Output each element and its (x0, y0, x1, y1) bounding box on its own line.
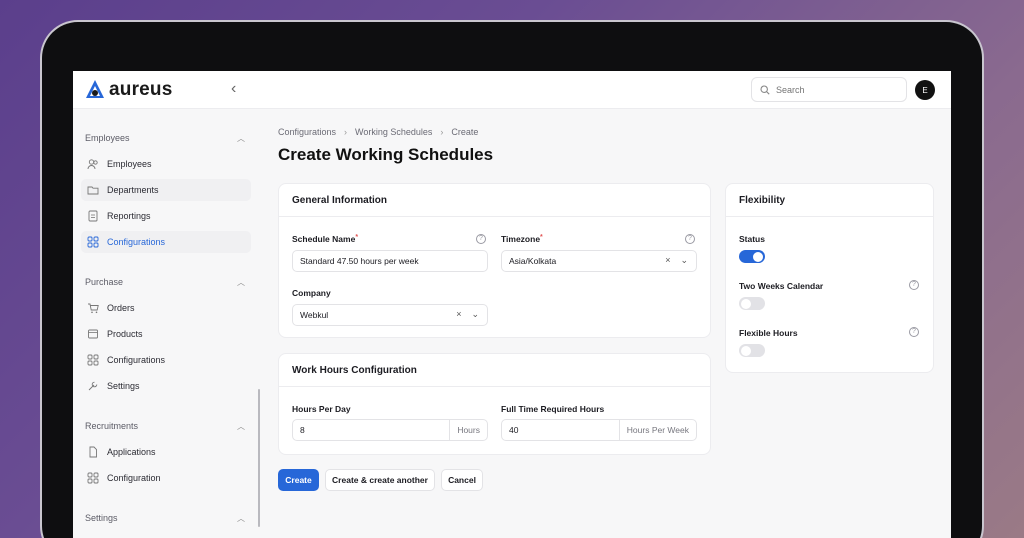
sidebar-section-recruitments[interactable]: Recruitments ︿ (85, 421, 245, 432)
collapse-sidebar-icon[interactable]: ‹ (231, 81, 245, 97)
users-icon (87, 159, 98, 170)
page-title: Create Working Schedules (278, 145, 494, 164)
wrench-icon (88, 381, 98, 391)
chevron-right-icon: › (344, 127, 348, 137)
company-label: Company (292, 288, 331, 298)
app-window: aureus ‹ E Employees︿ Employees Departme… (73, 71, 951, 538)
grid-icon (87, 472, 99, 484)
sidebar-item-purchase-configurations[interactable]: Configurations (81, 349, 251, 371)
breadcrumb-working-schedules[interactable]: Working Schedules (355, 127, 432, 137)
breadcrumb: Configurations › Working Schedules › Cre… (278, 127, 478, 137)
two-weeks-calendar-label: Two Weeks Calendar (739, 281, 824, 291)
clear-icon[interactable]: × (456, 309, 461, 320)
logo[interactable]: aureus (85, 79, 173, 101)
status-toggle[interactable] (739, 250, 765, 263)
sidebar: Employees ︿ Employees Departments Reporti… (73, 109, 263, 538)
sidebar-item-reportings[interactable]: Reportings (81, 205, 251, 227)
card-title: General Information (279, 184, 710, 217)
sidebar-item-settings[interactable]: Settings (81, 375, 251, 397)
cancel-button[interactable]: Cancel (441, 469, 483, 491)
status-label: Status (739, 234, 765, 244)
create-another-button[interactable]: Create & create another (325, 469, 435, 491)
full-time-hours-label: Full Time Required Hours (501, 404, 605, 414)
grid-icon (87, 236, 99, 248)
chevron-up-icon: ︿ (237, 514, 245, 523)
aureus-logo-icon (86, 80, 104, 98)
work-hours-card: Work Hours Configuration Hours Per Day 8… (278, 353, 711, 455)
user-avatar[interactable]: E (915, 80, 935, 100)
sidebar-item-products[interactable]: Products (81, 323, 251, 345)
file-icon (89, 446, 97, 458)
chevron-right-icon: › (440, 127, 444, 137)
hours-per-week-suffix: Hours Per Week (618, 420, 696, 440)
help-icon[interactable]: ? (909, 280, 919, 290)
chevron-down-icon[interactable]: ⌄ (680, 255, 688, 266)
chevron-up-icon: ︿ (237, 278, 245, 287)
help-icon[interactable]: ? (476, 234, 486, 244)
sidebar-scrollbar[interactable] (258, 389, 260, 527)
full-time-hours-input[interactable]: 40 Hours Per Week (501, 419, 697, 441)
sidebar-item-orders[interactable]: Orders (81, 297, 251, 319)
sidebar-section-settings[interactable]: Settings ︿ (85, 513, 245, 524)
sidebar-item-departments[interactable]: Departments (81, 179, 251, 201)
cart-icon (88, 303, 99, 314)
company-select[interactable]: Webkul × ⌄ (292, 304, 488, 326)
hours-suffix: Hours (449, 420, 487, 440)
breadcrumb-create: Create (451, 127, 479, 137)
sidebar-section-purchase[interactable]: Purchase ︿ (85, 277, 245, 288)
hours-per-day-input[interactable]: 8 Hours (292, 419, 488, 441)
flexibility-card: Flexibility Status Two Weeks Calendar ? … (725, 183, 934, 373)
schedule-name-input[interactable]: Standard 47.50 hours per week (292, 250, 488, 272)
create-button[interactable]: Create (278, 469, 319, 491)
search-input[interactable] (776, 84, 896, 95)
search-box[interactable] (751, 77, 907, 102)
schedule-name-label: Schedule Name* (292, 234, 359, 244)
card-title: Flexibility (726, 184, 933, 217)
box-icon (88, 329, 98, 339)
logo-text: aureus (109, 79, 173, 100)
top-bar: aureus ‹ E (73, 71, 951, 109)
sidebar-item-configurations[interactable]: Configurations (81, 231, 251, 253)
sidebar-section-employees[interactable]: Employees ︿ (85, 133, 245, 144)
sidebar-item-configuration[interactable]: Configuration (81, 467, 251, 489)
help-icon[interactable]: ? (909, 327, 919, 337)
required-marker: * (355, 234, 359, 241)
card-title: Work Hours Configuration (279, 354, 710, 387)
folder-icon (87, 186, 99, 195)
chevron-down-icon[interactable]: ⌄ (471, 309, 479, 320)
two-weeks-calendar-toggle[interactable] (739, 297, 765, 310)
flexible-hours-toggle[interactable] (739, 344, 765, 357)
general-information-card: General Information Schedule Name* ? Sta… (278, 183, 711, 338)
chevron-up-icon: ︿ (237, 422, 245, 431)
grid-icon (87, 354, 99, 366)
clear-icon[interactable]: × (665, 255, 670, 266)
timezone-label: Timezone* (501, 234, 543, 244)
sidebar-item-applications[interactable]: Applications (81, 441, 251, 463)
required-marker: * (540, 234, 543, 241)
chevron-up-icon: ︿ (237, 134, 245, 143)
search-icon (760, 84, 770, 95)
hours-per-day-label: Hours Per Day (292, 404, 351, 414)
flexible-hours-label: Flexible Hours (739, 328, 798, 338)
document-icon (88, 210, 98, 222)
timezone-select[interactable]: Asia/Kolkata × ⌄ (501, 250, 697, 272)
help-icon[interactable]: ? (685, 234, 695, 244)
breadcrumb-configurations[interactable]: Configurations (278, 127, 336, 137)
sidebar-item-employees[interactable]: Employees (81, 153, 251, 175)
